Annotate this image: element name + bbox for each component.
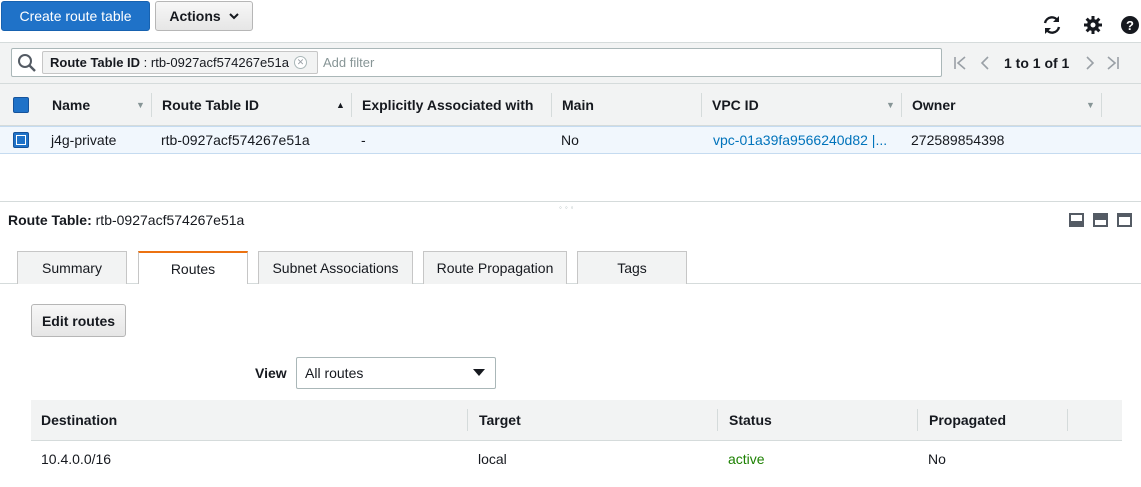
caret-down-icon: [473, 369, 485, 376]
route-destination: 10.4.0.0/16: [41, 451, 112, 467]
add-filter-placeholder[interactable]: Add filter: [323, 48, 374, 77]
column-header-explicitly-associated[interactable]: Explicitly Associated with: [362, 84, 533, 126]
cell-explicit-association: -: [361, 132, 366, 148]
column-divider: [717, 409, 718, 431]
column-divider: [467, 409, 468, 431]
column-header-route-table-id[interactable]: Route Table ID: [162, 84, 259, 126]
column-header-name[interactable]: Name: [52, 84, 90, 126]
column-divider: [1067, 409, 1068, 431]
chevron-down-icon: [228, 12, 239, 19]
pane-maximize-icon[interactable]: [1117, 213, 1132, 227]
detail-title-value: rtb-0927acf574267e51a: [95, 212, 245, 228]
next-page-icon[interactable]: [1081, 53, 1099, 73]
cell-vpc-id-link[interactable]: vpc-01a39fa9566240d82 |...: [713, 126, 887, 154]
cell-route-table-id: rtb-0927acf574267e51a: [161, 132, 310, 148]
previous-page-icon[interactable]: [976, 53, 994, 73]
tab-summary[interactable]: Summary: [17, 251, 127, 284]
sort-down-icon[interactable]: ▼: [1086, 84, 1095, 126]
gear-icon[interactable]: [1082, 14, 1104, 36]
filter-token-value: rtb-0927acf574267e51a: [150, 55, 289, 70]
filter-token-key: Route Table ID: [50, 55, 141, 70]
view-select[interactable]: All routes: [296, 357, 496, 389]
detail-title: Route Table: rtb-0927acf574267e51a: [8, 212, 244, 228]
column-divider: [901, 93, 902, 117]
column-header-vpc-id[interactable]: VPC ID: [712, 84, 759, 126]
refresh-icon[interactable]: [1041, 14, 1063, 36]
routes-column-status: Status: [729, 412, 772, 428]
cell-owner: 272589854398: [911, 132, 1005, 148]
sort-down-icon[interactable]: ▼: [886, 84, 895, 126]
column-divider: [151, 93, 152, 117]
view-label: View: [255, 365, 287, 381]
route-target: local: [478, 451, 507, 467]
sort-down-icon[interactable]: ▼: [136, 84, 145, 126]
filter-token[interactable]: Route Table ID : rtb-0927acf574267e51a: [42, 51, 318, 74]
detail-title-label: Route Table:: [8, 212, 92, 228]
column-divider: [551, 93, 552, 117]
select-all-checkbox[interactable]: [13, 97, 29, 113]
pane-divider[interactable]: [0, 201, 1141, 202]
tab-routes[interactable]: Routes: [138, 251, 248, 284]
routes-column-propagated: Propagated: [929, 412, 1007, 428]
first-page-icon[interactable]: [951, 53, 969, 73]
tab-subnet-associations[interactable]: Subnet Associations: [258, 251, 413, 284]
search-icon: [17, 53, 37, 73]
route-propagated: No: [928, 451, 946, 467]
routes-column-target: Target: [479, 412, 521, 428]
help-icon[interactable]: ?: [1119, 14, 1141, 36]
create-route-table-button[interactable]: Create route table: [1, 1, 150, 31]
view-select-value: All routes: [305, 365, 364, 381]
edit-routes-button[interactable]: Edit routes: [31, 304, 126, 337]
row-checkbox[interactable]: [13, 132, 29, 148]
resize-grip-icon[interactable]: ◦◦◦: [559, 203, 577, 212]
route-status: active: [728, 451, 765, 467]
column-divider: [1101, 93, 1102, 117]
column-header-main[interactable]: Main: [562, 84, 594, 126]
filter-token-separator: :: [140, 55, 151, 70]
cell-name: j4g-private: [51, 132, 117, 148]
pagination-text: 1 to 1 of 1: [1004, 55, 1070, 71]
cell-main: No: [561, 132, 579, 148]
actions-label: Actions: [169, 8, 221, 24]
routes-column-destination: Destination: [41, 412, 118, 428]
pane-minimize-icon[interactable]: [1069, 213, 1084, 227]
svg-text:?: ?: [1126, 18, 1134, 33]
sort-up-icon[interactable]: ▲: [336, 84, 345, 126]
column-divider: [917, 409, 918, 431]
column-header-owner[interactable]: Owner: [912, 84, 956, 126]
tab-tags[interactable]: Tags: [577, 251, 687, 284]
remove-token-icon[interactable]: ✕: [294, 56, 307, 69]
pane-half-icon[interactable]: [1093, 213, 1108, 227]
actions-button[interactable]: Actions: [155, 1, 253, 31]
column-divider: [351, 93, 352, 117]
tab-route-propagation[interactable]: Route Propagation: [423, 251, 567, 284]
column-divider: [701, 93, 702, 117]
last-page-icon[interactable]: [1104, 53, 1122, 73]
